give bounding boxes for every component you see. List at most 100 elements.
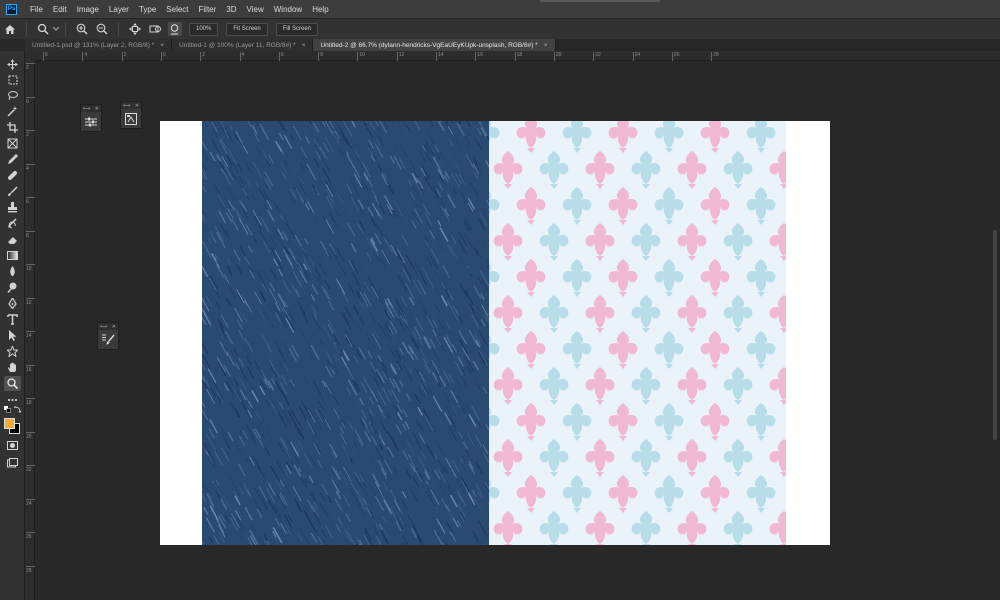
zoom-percent-field[interactable]: 100% <box>189 22 219 36</box>
close-icon[interactable]: × <box>302 42 306 49</box>
gradient-tool-icon[interactable] <box>4 248 21 263</box>
fill-screen-button[interactable]: Fill Screen <box>275 22 319 36</box>
expand-icon[interactable]: ⟷ <box>83 106 90 112</box>
brush-settings-icon[interactable] <box>98 330 118 349</box>
close-icon[interactable]: × <box>160 42 164 49</box>
menu-select[interactable]: Select <box>161 5 193 14</box>
panel-header[interactable]: ⟷ ✕ <box>81 105 101 112</box>
ruler-tick-label: 28 <box>711 52 719 61</box>
damask-motif <box>608 331 638 369</box>
scrubby-zoom-icon[interactable] <box>148 22 162 36</box>
menu-type[interactable]: Type <box>134 5 161 14</box>
ruler-tick-label: 4 <box>82 52 87 61</box>
crop-tool-icon[interactable] <box>4 120 21 135</box>
panel-header[interactable]: ⟷ ✕ <box>98 323 118 330</box>
screen-mode-icon[interactable] <box>4 455 21 470</box>
ruler-origin[interactable] <box>25 51 35 61</box>
history-mini-panel[interactable]: ⟷ ✕ <box>120 101 142 129</box>
expand-icon[interactable]: ⟷ <box>123 103 130 109</box>
foreground-color-swatch[interactable] <box>4 418 15 429</box>
document-tabs: Untitled-1.psd @ 131% (Layer 2, RGB/8) *… <box>25 39 1000 51</box>
menu-edit[interactable]: Edit <box>48 5 72 14</box>
adjustments-sliders-icon[interactable] <box>81 112 101 131</box>
chevron-down-icon[interactable] <box>53 22 59 36</box>
healing-brush-icon[interactable] <box>4 168 21 183</box>
damask-motif <box>700 121 730 153</box>
ruler-tick-label: 6 <box>278 52 284 61</box>
ruler-tick-label: 12 <box>26 297 35 306</box>
canvas-scrollbar[interactable] <box>993 230 997 440</box>
history-brush-icon[interactable] <box>4 216 21 231</box>
eraser-tool-icon[interactable] <box>4 232 21 247</box>
fit-screen-button[interactable]: Fit Screen <box>226 22 268 36</box>
ruler-tick-label: 18 <box>514 52 522 61</box>
damask-motif <box>516 121 546 153</box>
damask-motif <box>493 511 523 545</box>
blur-tool-icon[interactable] <box>4 264 21 279</box>
brush-settings-mini-panel[interactable]: ⟷ ✕ <box>97 322 119 350</box>
ruler-tick-label: 2 <box>121 52 126 61</box>
menu-3d[interactable]: 3D <box>221 5 241 14</box>
tab-document-1[interactable]: Untitled-1.psd @ 131% (Layer 2, RGB/8) *… <box>25 39 173 51</box>
damask-motif <box>677 295 707 333</box>
menu-file[interactable]: File <box>25 5 48 14</box>
history-panel-icon[interactable] <box>121 109 141 128</box>
zoom-out-icon[interactable] <box>95 22 109 36</box>
menu-image[interactable]: Image <box>72 5 104 14</box>
damask-motif <box>489 121 500 153</box>
ruler-horizontal[interactable]: 6 4 2 0 2 4 6 8 10 12 14 16 18 20 22 24 26 28 <box>35 51 1000 61</box>
damask-motif <box>585 295 615 333</box>
damask-motif <box>631 511 661 545</box>
tab-label: Untitled-2 @ 66.7% (dylann-hendricks-VgE… <box>320 41 538 49</box>
default-colors-icon[interactable] <box>3 405 11 413</box>
dodge-tool-icon[interactable] <box>4 280 21 295</box>
type-tool-icon[interactable] <box>4 312 21 327</box>
damask-motif <box>746 403 776 441</box>
damask-motif <box>769 151 786 189</box>
magic-wand-icon[interactable] <box>4 104 21 119</box>
lasso-tool-icon[interactable] <box>4 88 21 103</box>
document-canvas[interactable] <box>160 121 830 545</box>
move-arrows-icon[interactable] <box>128 22 142 36</box>
marquee-tool-icon[interactable] <box>4 72 21 87</box>
ruler-vertical[interactable]: 2 0 2 4 6 8 10 12 14 16 18 20 22 24 26 28 <box>25 61 35 600</box>
damask-motif <box>562 187 592 225</box>
close-icon[interactable]: ✕ <box>95 106 99 112</box>
close-icon[interactable]: × <box>544 42 548 49</box>
close-icon[interactable]: ✕ <box>135 103 139 109</box>
close-icon[interactable]: ✕ <box>112 324 116 330</box>
menu-help[interactable]: Help <box>307 5 333 14</box>
expand-icon[interactable]: ⟷ <box>100 324 107 330</box>
brush-tool-icon[interactable] <box>4 184 21 199</box>
damask-motif <box>539 367 569 405</box>
pen-tool-icon[interactable] <box>4 296 21 311</box>
shape-tool-icon[interactable] <box>4 344 21 359</box>
tab-document-3[interactable]: Untitled-2 @ 66.7% (dylann-hendricks-VgE… <box>313 39 556 51</box>
damask-motif <box>746 259 776 297</box>
ruler-tick-label: 12 <box>396 52 404 61</box>
ruler-tick-label: 22 <box>26 465 35 473</box>
zoom-tool-icon[interactable] <box>4 376 21 391</box>
menu-layer[interactable]: Layer <box>104 5 134 14</box>
zoom-in-icon[interactable] <box>75 22 89 36</box>
ruler-tick-label: 18 <box>26 398 35 406</box>
properties-mini-panel[interactable]: ⟷ ✕ <box>80 104 102 132</box>
zoom-tool-icon[interactable] <box>36 22 50 36</box>
swap-colors-icon[interactable] <box>13 405 21 413</box>
panel-header[interactable]: ⟷ ✕ <box>121 102 141 109</box>
menu-view[interactable]: View <box>242 5 269 14</box>
tab-document-2[interactable]: Untitled-1 @ 100% (Layer 11, RGB/8#) * × <box>172 39 314 51</box>
resize-windows-icon[interactable] <box>168 22 182 36</box>
menu-filter[interactable]: Filter <box>194 5 222 14</box>
quick-mask-icon[interactable] <box>4 438 21 453</box>
frame-tool-icon[interactable] <box>4 136 21 151</box>
menu-window[interactable]: Window <box>269 5 307 14</box>
hand-tool-icon[interactable] <box>4 360 21 375</box>
home-icon[interactable] <box>3 22 17 36</box>
eyedropper-icon[interactable] <box>4 152 21 167</box>
damask-motif <box>539 151 569 189</box>
path-selection-icon[interactable] <box>4 328 21 343</box>
damask-motif <box>516 475 546 513</box>
clone-stamp-icon[interactable] <box>4 200 21 215</box>
move-tool-icon[interactable] <box>4 57 21 72</box>
